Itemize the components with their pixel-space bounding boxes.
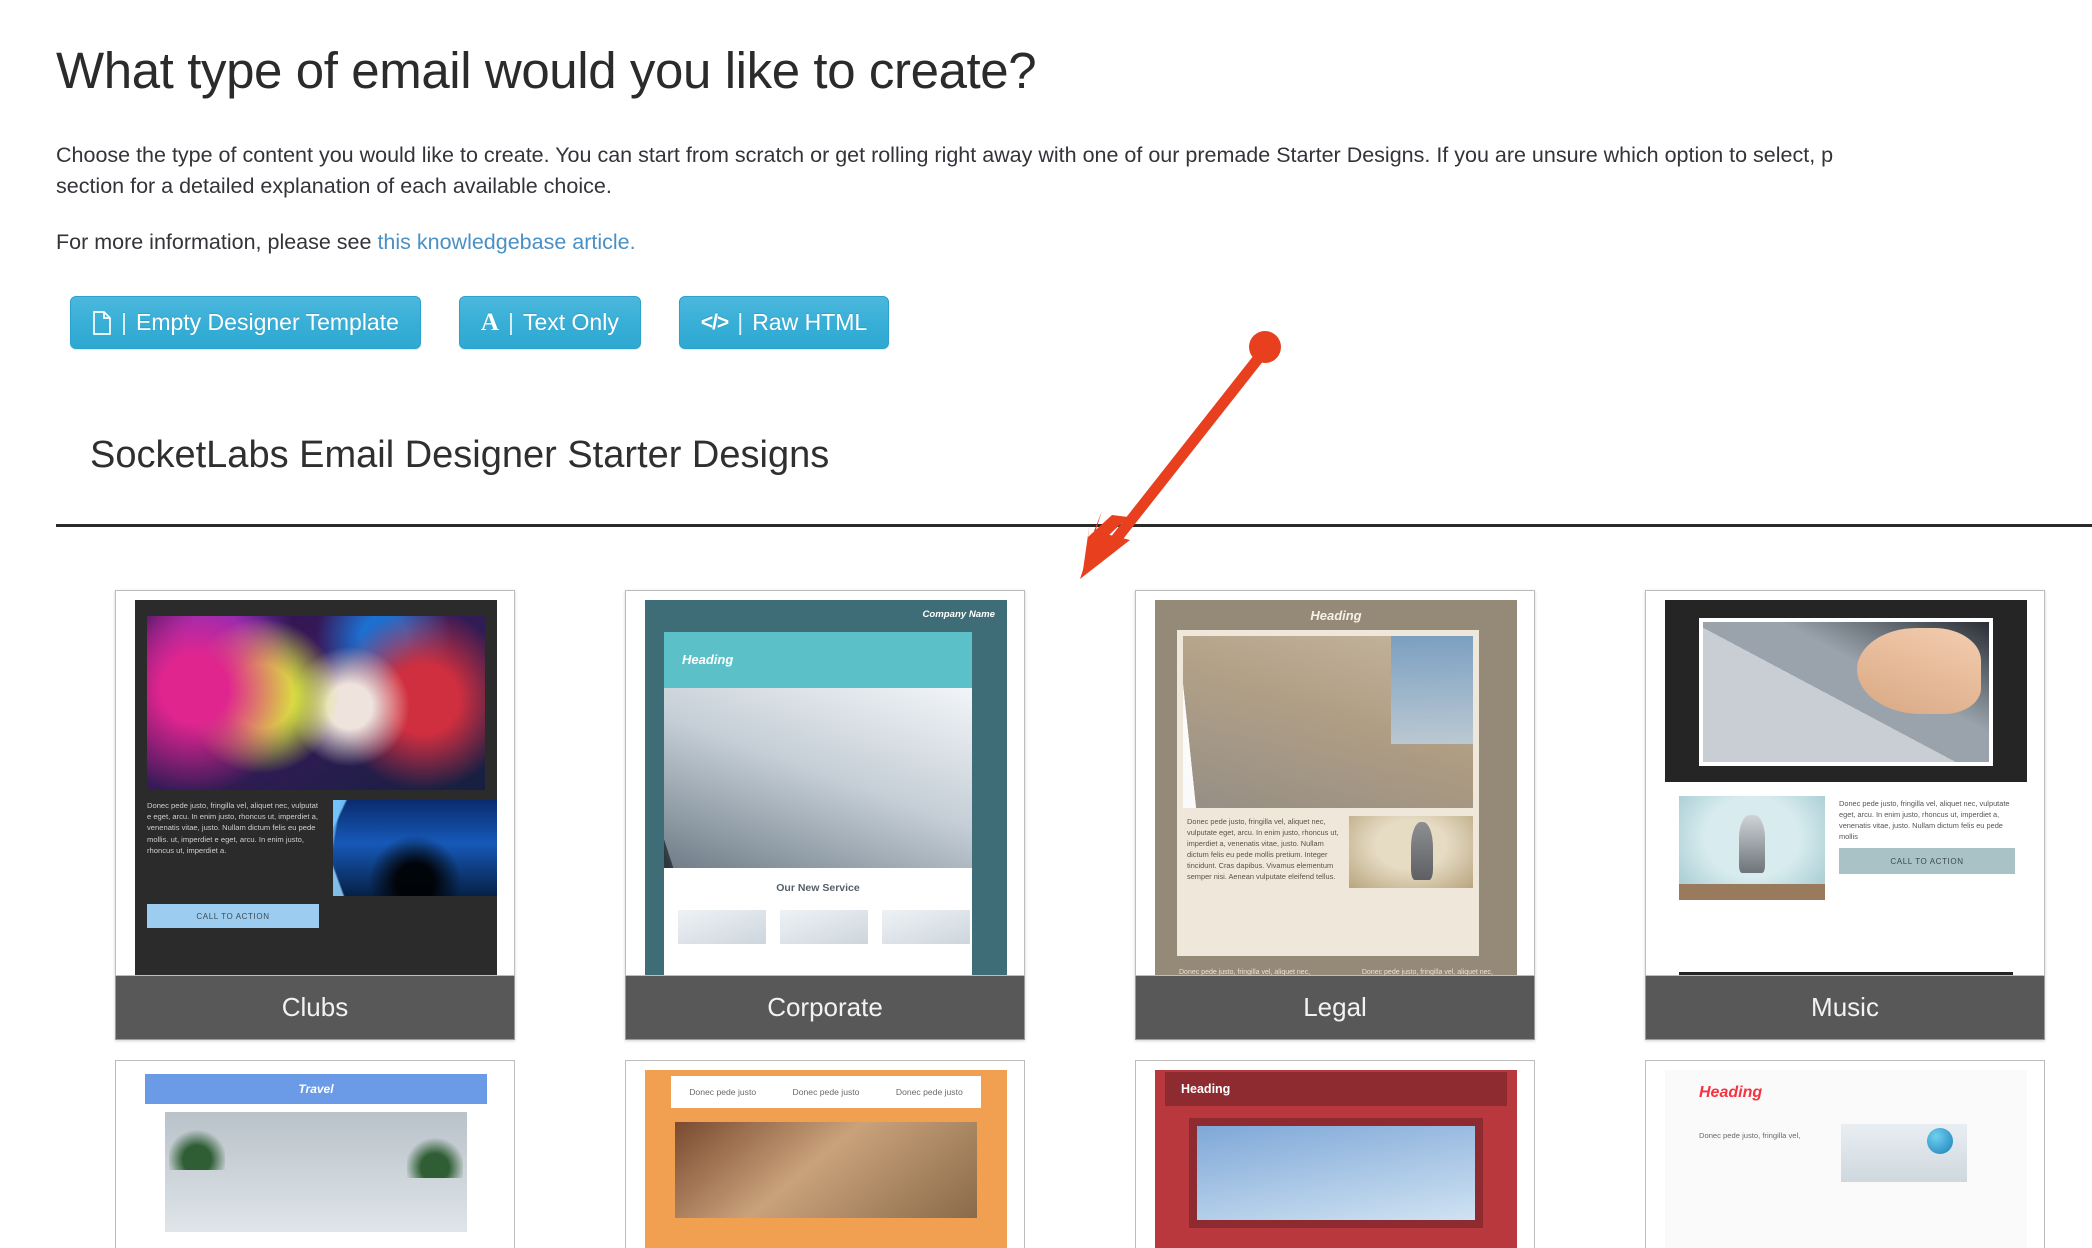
orange-nav-bar: Donec pede justo Donec pede justo Donec … bbox=[671, 1076, 981, 1108]
annotation-arrow bbox=[1080, 331, 1281, 579]
white-body-text: Donec pede justo, fringilla vel, bbox=[1699, 1131, 1801, 1140]
music-bottom-section: Donec pede justo, fringilla vel, aliquet… bbox=[1679, 796, 2015, 900]
content-type-button-row: | Empty Designer Template A | Text Only … bbox=[70, 296, 890, 349]
template-card-white[interactable]: Heading Donec pede justo, fringilla vel,… bbox=[1645, 1060, 2045, 1248]
text-only-label: Text Only bbox=[522, 309, 619, 335]
button-separator: | bbox=[737, 309, 744, 335]
section-divider bbox=[56, 524, 2092, 527]
palm-shape bbox=[407, 1126, 463, 1178]
code-brackets-icon: </> bbox=[700, 310, 729, 334]
legal-footer-row: Donec pede justo, fringilla vel, aliquet… bbox=[1179, 969, 1493, 976]
legal-sky-region bbox=[1391, 636, 1473, 744]
template-card-travel[interactable]: Travel Travel bbox=[115, 1060, 515, 1248]
corporate-thumbnail bbox=[678, 910, 766, 944]
starter-designs-row-2: Travel Travel bbox=[0, 1060, 2092, 1248]
music-body-text: Donec pede justo, fringilla vel, aliquet… bbox=[1839, 799, 2010, 841]
white-heading-text: Heading bbox=[1699, 1084, 1763, 1101]
template-card-red[interactable]: Heading Red Template bbox=[1135, 1060, 1535, 1248]
legal-courthouse-image bbox=[1183, 636, 1473, 808]
template-preview-white[interactable]: Heading Donec pede justo, fringilla vel, bbox=[1645, 1060, 2045, 1248]
template-preview-orange[interactable]: Donec pede justo Donec pede justo Donec … bbox=[625, 1060, 1025, 1248]
corporate-heading-text: Heading bbox=[682, 652, 734, 667]
music-hand-shape bbox=[1857, 628, 1981, 714]
clubs-body: Donec pede justo, fringilla vel, aliquet… bbox=[147, 800, 497, 928]
music-mixer-image bbox=[1703, 622, 1989, 762]
template-card-music[interactable]: Donec pede justo, fringilla vel, aliquet… bbox=[1645, 590, 2045, 1040]
empty-designer-template-button[interactable]: | Empty Designer Template bbox=[70, 296, 421, 349]
corporate-company-name: Company Name bbox=[922, 609, 995, 620]
legal-heading-text: Heading bbox=[1310, 608, 1362, 623]
corporate-thumbnail bbox=[780, 910, 868, 944]
orange-interior-image bbox=[675, 1122, 977, 1218]
template-label-music[interactable]: Music bbox=[1645, 976, 2045, 1040]
music-microphone-image bbox=[1679, 796, 1825, 900]
knowledgebase-article-link[interactable]: this knowledgebase article. bbox=[377, 230, 635, 254]
music-footer-strip bbox=[1679, 972, 2013, 975]
text-a-icon: A bbox=[480, 309, 499, 336]
button-separator: | bbox=[121, 309, 127, 335]
travel-header-text: Travel bbox=[298, 1082, 334, 1096]
white-image-block bbox=[1841, 1124, 1967, 1182]
legal-footer-right: Donec pede justo, fringilla vel, aliquet… bbox=[1361, 969, 1493, 976]
template-label-legal[interactable]: Legal bbox=[1135, 976, 1535, 1040]
corporate-thumbnail bbox=[882, 910, 970, 944]
red-heading-text: Heading bbox=[1181, 1082, 1231, 1096]
orange-nav-item: Donec pede justo bbox=[689, 1087, 757, 1097]
starter-designs-grid: Donec pede justo, fringilla vel, aliquet… bbox=[0, 590, 2092, 1248]
template-preview-corporate[interactable]: Company Name Heading Our New Service bbox=[625, 590, 1025, 976]
music-cta-button[interactable]: CALL TO ACTION bbox=[1839, 848, 2015, 874]
travel-header-band: Travel bbox=[145, 1074, 487, 1104]
orange-nav-item: Donec pede justo bbox=[895, 1087, 963, 1097]
template-card-legal[interactable]: Heading Donec pede justo, fringilla vel,… bbox=[1135, 590, 1535, 1040]
button-separator: | bbox=[507, 309, 514, 335]
template-preview-music[interactable]: Donec pede justo, fringilla vel, aliquet… bbox=[1645, 590, 2045, 976]
red-heading-band: Heading bbox=[1165, 1072, 1507, 1106]
music-mixer-frame bbox=[1699, 618, 1993, 766]
empty-designer-template-label: Empty Designer Template bbox=[135, 309, 399, 335]
more-info-prefix: For more information, please see bbox=[56, 230, 378, 254]
corporate-building-image bbox=[664, 688, 972, 868]
globe-icon bbox=[1927, 1128, 1953, 1154]
corporate-service-title: Our New Service bbox=[776, 882, 860, 894]
legal-footer-left: Donec pede justo, fringilla vel, aliquet… bbox=[1179, 969, 1311, 976]
template-label-corporate[interactable]: Corporate bbox=[625, 976, 1025, 1040]
template-label-clubs[interactable]: Clubs bbox=[115, 976, 515, 1040]
raw-html-label: Raw HTML bbox=[752, 309, 868, 335]
starter-designs-row-1: Donec pede justo, fringilla vel, aliquet… bbox=[0, 590, 2092, 1050]
statue-shape bbox=[1411, 822, 1433, 880]
template-preview-red[interactable]: Heading bbox=[1135, 1060, 1535, 1248]
template-card-corporate[interactable]: Company Name Heading Our New Service Cor… bbox=[625, 590, 1025, 1040]
legal-justice-statue-image bbox=[1349, 816, 1473, 888]
clubs-body-text: Donec pede justo, fringilla vel, aliquet… bbox=[147, 801, 318, 855]
more-information-text: For more information, please see this kn… bbox=[56, 230, 636, 255]
red-sky-image bbox=[1189, 1118, 1483, 1228]
page-title: What type of email would you like to cre… bbox=[56, 42, 1037, 99]
travel-palm-image bbox=[165, 1112, 467, 1232]
template-card-clubs[interactable]: Donec pede justo, fringilla vel, aliquet… bbox=[115, 590, 515, 1040]
intro-paragraph-line-2: section for a detailed explanation of ea… bbox=[56, 174, 612, 198]
legal-content-panel: Donec pede justo, fringilla vel, aliquet… bbox=[1177, 630, 1479, 956]
palm-shape bbox=[169, 1118, 225, 1170]
template-preview-legal[interactable]: Heading Donec pede justo, fringilla vel,… bbox=[1135, 590, 1535, 976]
corporate-thumbnail-row bbox=[678, 910, 970, 944]
clubs-hero-image bbox=[147, 616, 485, 790]
clubs-concert-image bbox=[333, 800, 497, 896]
template-card-orange[interactable]: Donec pede justo Donec pede justo Donec … bbox=[625, 1060, 1025, 1248]
intro-paragraph-line-1: Choose the type of content you would lik… bbox=[56, 143, 1834, 167]
corporate-heading-band: Heading bbox=[664, 632, 972, 688]
clubs-cta-button[interactable]: CALL TO ACTION bbox=[147, 904, 319, 928]
template-preview-clubs[interactable]: Donec pede justo, fringilla vel, aliquet… bbox=[115, 590, 515, 976]
raw-html-button[interactable]: </> | Raw HTML bbox=[678, 296, 890, 349]
music-dark-header bbox=[1665, 600, 2027, 782]
legal-body-text: Donec pede justo, fringilla vel, aliquet… bbox=[1187, 817, 1339, 881]
document-icon bbox=[92, 310, 112, 335]
orange-nav-item: Donec pede justo bbox=[792, 1087, 860, 1097]
corporate-content-area: Our New Service bbox=[664, 868, 972, 975]
starter-designs-heading: SocketLabs Email Designer Starter Design… bbox=[90, 434, 830, 476]
email-type-selection-page: What type of email would you like to cre… bbox=[0, 0, 2092, 1248]
template-preview-travel[interactable]: Travel bbox=[115, 1060, 515, 1248]
text-only-button[interactable]: A | Text Only bbox=[458, 296, 641, 349]
